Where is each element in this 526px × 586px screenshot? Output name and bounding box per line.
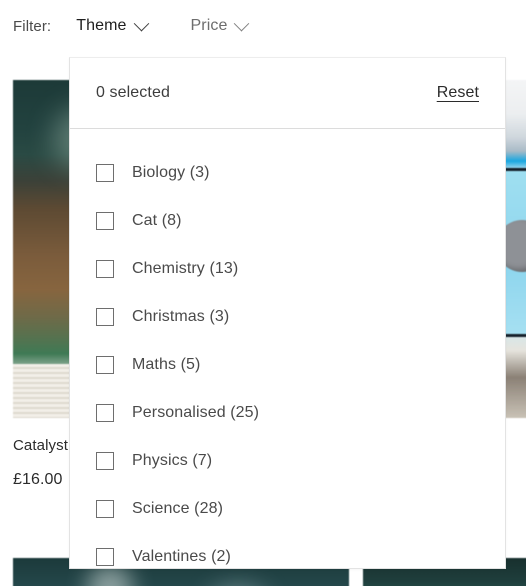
theme-option-chemistry[interactable]: Chemistry (13) [70, 245, 505, 293]
theme-option-list: Biology (3) Cat (8) Chemistry (13) Chris… [70, 129, 505, 568]
theme-option-label: Science (28) [132, 500, 224, 517]
theme-filter-dropdown: 0 selected Reset Biology (3) Cat (8) Che… [69, 57, 506, 569]
checkbox-icon[interactable] [96, 452, 114, 470]
dropdown-header: 0 selected Reset [70, 58, 505, 129]
checkbox-icon[interactable] [96, 212, 114, 230]
theme-option-label: Maths (5) [132, 356, 201, 373]
chevron-down-icon [133, 15, 149, 31]
theme-option-personalised[interactable]: Personalised (25) [70, 389, 505, 437]
checkbox-icon[interactable] [96, 548, 114, 566]
checkbox-icon[interactable] [96, 308, 114, 326]
selected-count: 0 selected [96, 84, 170, 101]
theme-option-biology[interactable]: Biology (3) [70, 149, 505, 197]
theme-option-label: Personalised (25) [132, 404, 260, 421]
theme-option-christmas[interactable]: Christmas (3) [70, 293, 505, 341]
theme-option-cat[interactable]: Cat (8) [70, 197, 505, 245]
filter-bar: Filter: Theme Price [0, 0, 526, 52]
theme-option-label: Valentines (2) [132, 548, 231, 565]
theme-option-label: Physics (7) [132, 452, 213, 469]
theme-option-label: Christmas (3) [132, 308, 230, 325]
reset-link[interactable]: Reset [437, 84, 479, 102]
theme-option-label: Cat (8) [132, 212, 182, 229]
theme-option-valentines[interactable]: Valentines (2) [70, 533, 505, 568]
theme-option-science[interactable]: Science (28) [70, 485, 505, 533]
checkbox-icon[interactable] [96, 260, 114, 278]
filter-button-price[interactable]: Price [190, 15, 250, 35]
filter-button-theme[interactable]: Theme [76, 15, 149, 35]
chevron-down-icon [234, 15, 250, 31]
theme-option-maths[interactable]: Maths (5) [70, 341, 505, 389]
filter-label: Filter: [13, 17, 52, 35]
theme-option-label: Chemistry (13) [132, 260, 239, 277]
theme-option-physics[interactable]: Physics (7) [70, 437, 505, 485]
filter-button-theme-label: Theme [76, 17, 127, 34]
filter-button-price-label: Price [190, 17, 228, 34]
checkbox-icon[interactable] [96, 356, 114, 374]
checkbox-icon[interactable] [96, 164, 114, 182]
theme-option-label: Biology (3) [132, 164, 210, 181]
checkbox-icon[interactable] [96, 404, 114, 422]
checkbox-icon[interactable] [96, 500, 114, 518]
